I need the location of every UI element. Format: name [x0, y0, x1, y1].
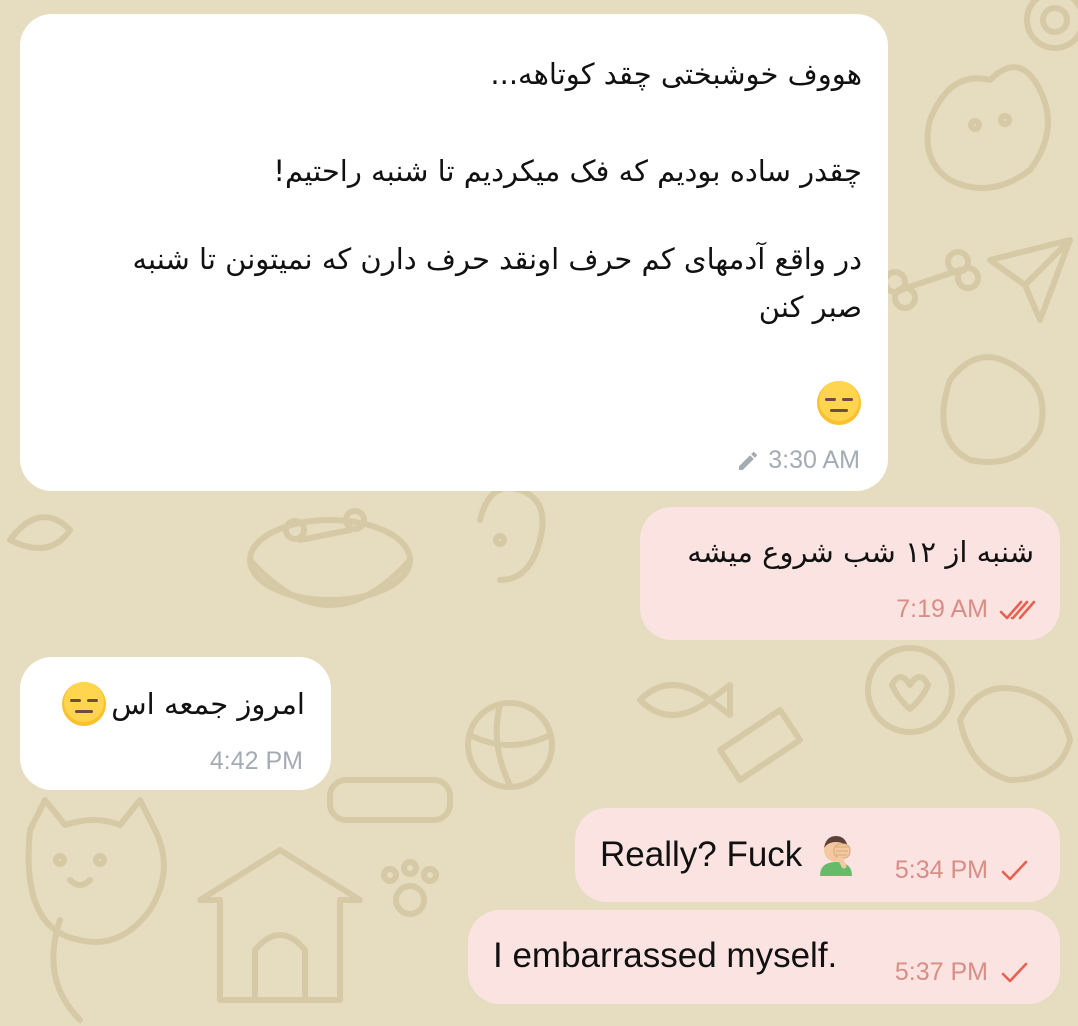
double-check-read-icon — [999, 600, 1036, 619]
man-facepalming-icon — [820, 836, 853, 876]
message-meta: 3:30 AM — [736, 446, 860, 475]
message-time: 3:30 AM — [768, 446, 860, 474]
message-text: امروز جمعه اس — [111, 687, 305, 721]
message-time: 5:37 PM — [894, 958, 988, 986]
expressionless-face-icon — [62, 682, 107, 726]
message-text: شنبه از ۱۲ شب شروع میشه — [687, 535, 1034, 569]
message-text: Really? Fuck — [600, 835, 803, 874]
message-text: I embarrassed myself. — [493, 936, 838, 975]
message-meta: 5:34 PM — [895, 856, 1030, 885]
message-text-line: صبر کنن — [758, 290, 862, 324]
message-content: امروز جمعه اس — [61, 681, 305, 727]
message-bubble-incoming[interactable]: هووف خوشبختی چقد کوتاهه... چقدر ساده بود… — [20, 14, 888, 491]
expressionless-face-icon — [817, 381, 861, 425]
message-content: Really? Fuck — [600, 834, 856, 876]
message-bubble-outgoing[interactable]: I embarrassed myself. 5:37 PM — [468, 910, 1060, 1004]
message-meta: 4:42 PM — [210, 747, 303, 776]
single-check-sent-icon — [1001, 962, 1028, 982]
message-text-line: در واقع آدمهای کم حرف اونقد حرف دارن که … — [132, 242, 862, 276]
message-text-line: چقدر ساده بودیم که فک میکردیم تا شنبه را… — [273, 154, 862, 188]
single-check-sent-icon — [1001, 860, 1028, 880]
message-meta: 5:37 PM — [895, 958, 1030, 987]
message-meta: 7:19 AM — [896, 595, 1038, 624]
message-bubble-outgoing[interactable]: شنبه از ۱۲ شب شروع میشه 7:19 AM — [640, 507, 1060, 640]
message-time: 5:34 PM — [894, 856, 988, 884]
message-text-line: هووف خوشبختی چقد کوتاهه... — [490, 57, 862, 91]
edited-pencil-icon — [739, 451, 758, 470]
message-time: 7:19 AM — [896, 595, 988, 623]
message-bubble-incoming[interactable]: امروز جمعه اس 4:42 PM — [20, 657, 331, 790]
message-bubble-outgoing[interactable]: Really? Fuck 5:34 PM — [575, 808, 1060, 902]
message-time: 4:42 PM — [209, 747, 303, 775]
